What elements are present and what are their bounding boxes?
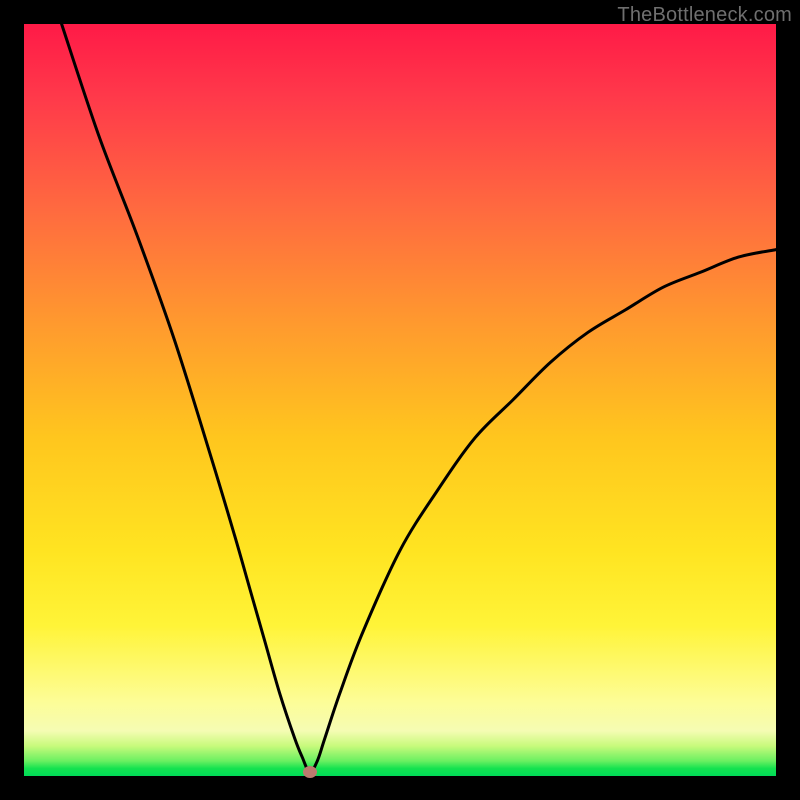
minimum-marker [303,766,317,778]
bottleneck-curve [24,24,776,776]
plot-area [24,24,776,776]
chart-frame: TheBottleneck.com [0,0,800,800]
